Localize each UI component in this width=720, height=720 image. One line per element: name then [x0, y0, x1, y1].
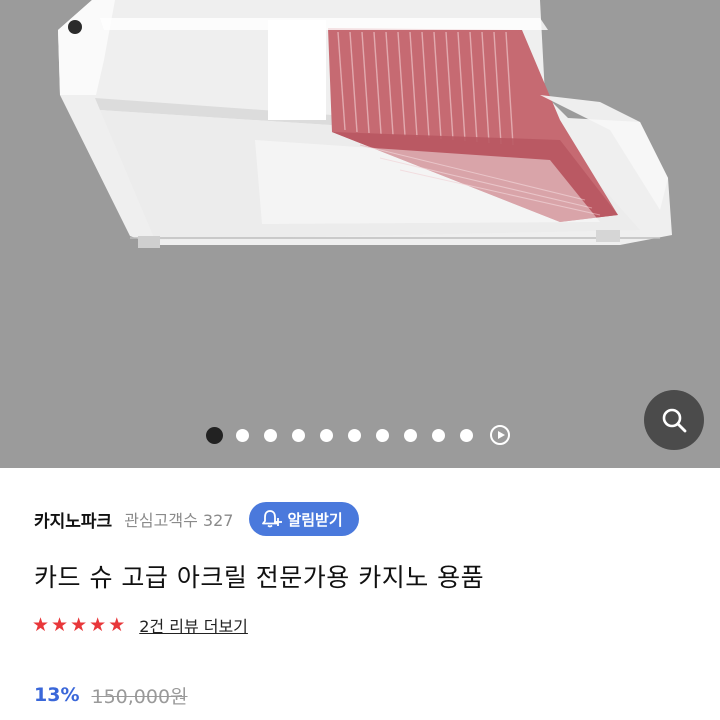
product-image-gallery[interactable]: [0, 0, 720, 468]
star-icon: ★: [51, 613, 69, 636]
follower-count: 관심고객수 327: [124, 511, 234, 530]
seller-row: 카지노파크 관심고객수 327 알림받기: [34, 502, 359, 536]
rating-row: ★ ★ ★ ★ ★ 2건 리뷰 더보기: [32, 610, 248, 640]
star-icon: ★: [70, 613, 88, 636]
star-icon: ★: [32, 613, 50, 636]
play-icon[interactable]: [490, 425, 510, 445]
magnifier-icon: [662, 408, 687, 433]
carousel-dot[interactable]: [320, 428, 333, 442]
discount-rate: 13%: [34, 684, 80, 706]
star-icon: ★: [108, 613, 126, 636]
carousel-dot[interactable]: [432, 428, 445, 442]
reviews-link[interactable]: 2건 리뷰 더보기: [139, 613, 248, 637]
carousel-dot[interactable]: [460, 428, 473, 442]
product-photo: [58, 0, 672, 248]
carousel-dot[interactable]: [292, 428, 305, 442]
seller-name[interactable]: 카지노파크: [34, 507, 112, 532]
product-title: 카드 슈 고급 아크릴 전문가용 카지노 용품: [34, 563, 485, 592]
bell-plus-icon: [262, 510, 283, 528]
price-row: 13% 150,000원: [34, 680, 188, 710]
alert-button-label: 알림받기: [287, 510, 343, 529]
carousel-dot[interactable]: [206, 426, 223, 444]
original-price: 150,000원: [91, 685, 188, 708]
carousel-dot[interactable]: [264, 428, 277, 442]
rating-stars: ★ ★ ★ ★ ★: [32, 613, 127, 636]
carousel-dot[interactable]: [404, 428, 417, 442]
carousel-dot[interactable]: [236, 428, 249, 442]
carousel-dot[interactable]: [376, 428, 389, 442]
alert-subscribe-button[interactable]: 알림받기: [249, 502, 359, 536]
zoom-search-button[interactable]: [644, 390, 704, 450]
carousel-indicators[interactable]: [206, 424, 510, 446]
carousel-dot[interactable]: [348, 428, 361, 442]
star-icon: ★: [89, 613, 107, 636]
